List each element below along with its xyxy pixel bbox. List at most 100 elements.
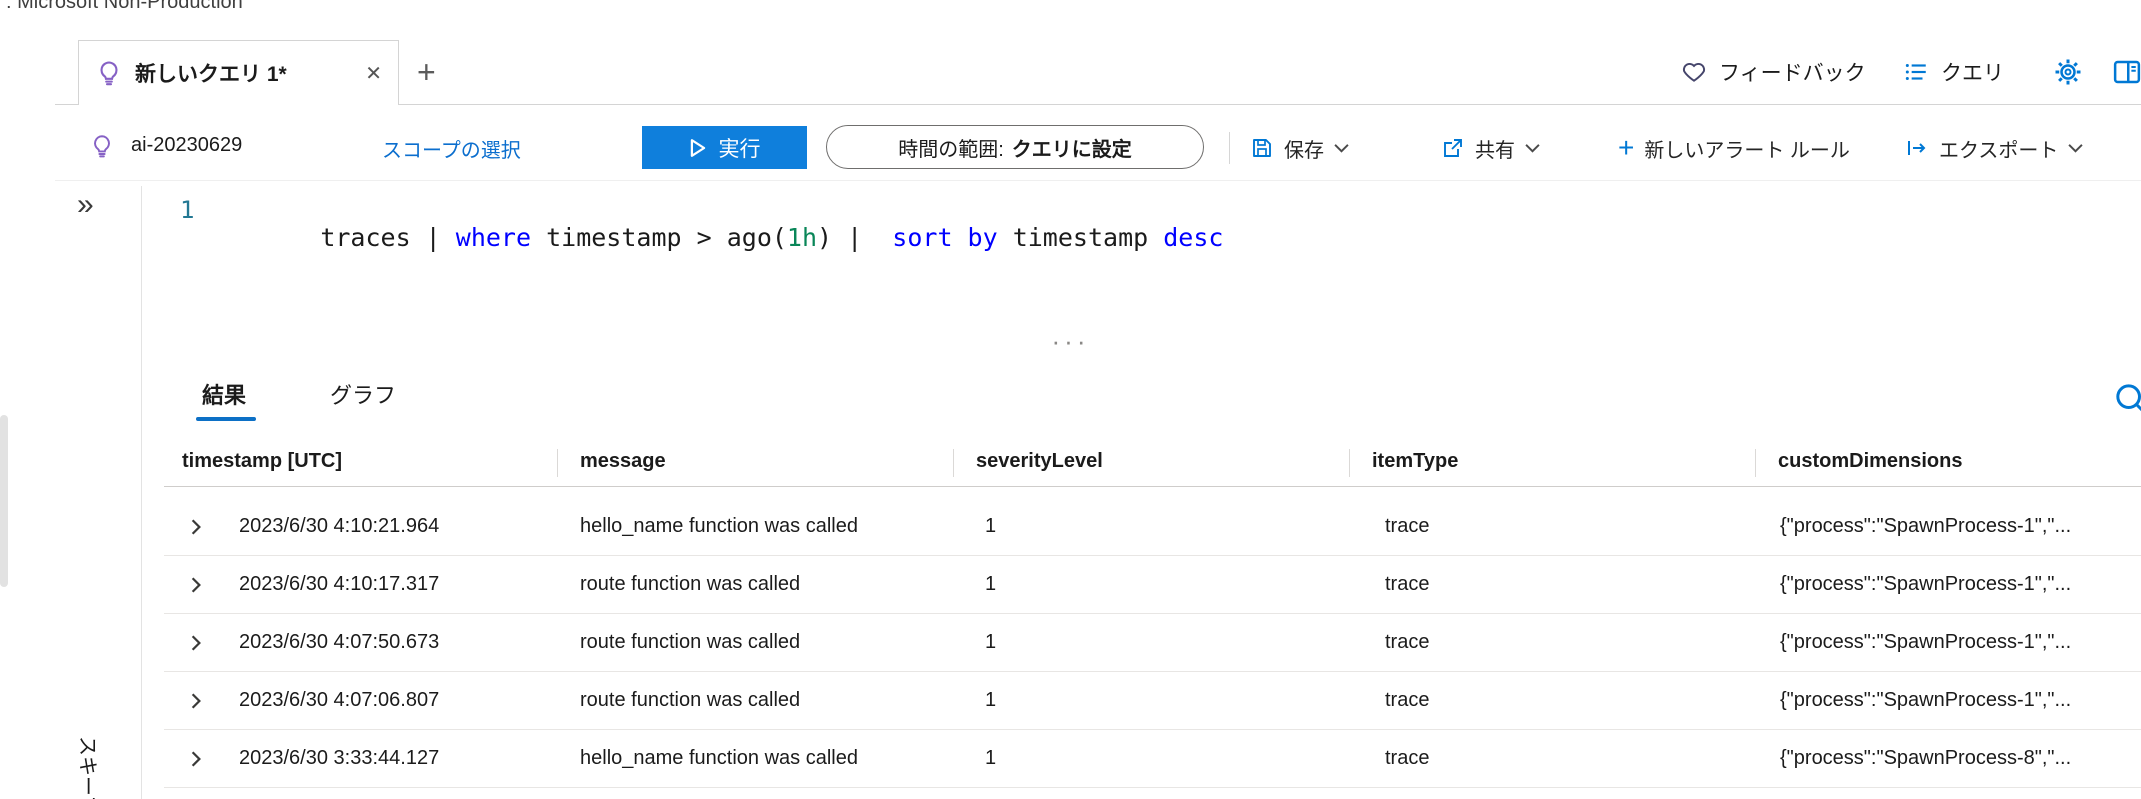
- new-tab-button[interactable]: +: [417, 40, 436, 104]
- expand-row-icon[interactable]: [189, 692, 203, 710]
- query-editor[interactable]: 1 traces | where timestamp > ago(1h) | s…: [142, 186, 2141, 338]
- time-range-label: 時間の範囲:: [898, 138, 1004, 161]
- cell-customdimensions: {"process":"SpawnProcess-1","...: [1780, 573, 2072, 595]
- column-header-message[interactable]: message: [580, 450, 666, 473]
- column-separator[interactable]: [1349, 449, 1350, 477]
- tab-chart[interactable]: グラフ: [330, 378, 396, 410]
- tab-results[interactable]: 結果: [202, 378, 246, 410]
- time-range-button[interactable]: 時間の範囲: クエリに設定: [826, 125, 1204, 169]
- table-header: timestamp [UTC] message severityLevel it…: [164, 440, 2141, 487]
- toolbar-divider: [1229, 132, 1230, 164]
- play-icon: [689, 138, 707, 158]
- cell-message: route function was called: [580, 631, 801, 653]
- cell-severitylevel: 1: [985, 573, 997, 595]
- export-button[interactable]: エクスポート: [1905, 116, 2084, 180]
- expand-row-icon[interactable]: [189, 518, 203, 536]
- queries-button[interactable]: クエリ: [1903, 40, 2004, 104]
- schema-pane-label[interactable]: スキーマ: [75, 736, 104, 799]
- cell-itemtype: trace: [1385, 747, 1430, 769]
- book-icon: [2111, 57, 2141, 87]
- save-label: 保存: [1284, 139, 1324, 162]
- cell-customdimensions: {"process":"SpawnProcess-1","...: [1780, 515, 2072, 537]
- feedback-button[interactable]: フィードバック: [1681, 40, 1866, 104]
- query-token: traces |: [320, 223, 456, 252]
- table-row[interactable]: 2023/6/30 4:10:21.964 hello_name functio…: [164, 498, 2141, 556]
- cell-itemtype: trace: [1385, 515, 1430, 537]
- run-button[interactable]: 実行: [642, 126, 807, 169]
- query-token-keyword: where: [455, 223, 532, 252]
- query-tab[interactable]: 新しいクエリ 1* ✕: [78, 40, 399, 105]
- new-alert-rule-label: 新しいアラート ルール: [1644, 139, 1850, 162]
- left-scrollbar[interactable]: [0, 415, 8, 587]
- lightbulb-icon: [95, 59, 123, 87]
- cell-severitylevel: 1: [985, 747, 997, 769]
- expand-row-icon[interactable]: [189, 576, 203, 594]
- table-row[interactable]: 2023/6/30 3:33:44.127 hello_name functio…: [164, 730, 2141, 788]
- cell-severitylevel: 1: [985, 631, 997, 653]
- schema-pane-collapsed: » スキーマ: [55, 186, 142, 799]
- cell-timestamp: 2023/6/30 3:33:44.127: [239, 747, 440, 769]
- expand-pane-icon[interactable]: »: [77, 188, 94, 222]
- directory-label: : Microsoft Non-Production: [6, 0, 243, 13]
- new-alert-rule-button[interactable]: + 新しいアラート ルール: [1618, 116, 1850, 180]
- cell-itemtype: trace: [1385, 631, 1430, 653]
- column-separator[interactable]: [557, 449, 558, 477]
- query-token: timestamp > ago(: [531, 223, 787, 252]
- share-label: 共有: [1475, 139, 1515, 162]
- cell-itemtype: trace: [1385, 573, 1430, 595]
- active-tab-underline: [196, 417, 256, 421]
- chevron-down-icon: [2068, 143, 2084, 153]
- reference-pane-button[interactable]: [2111, 40, 2141, 104]
- query-token: ) |: [817, 223, 893, 252]
- cell-timestamp: 2023/6/30 4:10:21.964: [239, 515, 440, 537]
- share-icon: [1441, 136, 1465, 160]
- query-toolbar: ai-20230629 スコープの選択 実行 時間の範囲: クエリに設定 保存 …: [55, 116, 2141, 181]
- table-row[interactable]: 2023/6/30 4:07:50.673 route function was…: [164, 614, 2141, 672]
- line-number: 1: [180, 196, 195, 224]
- column-header-itemtype[interactable]: itemType: [1372, 450, 1458, 473]
- column-header-severitylevel[interactable]: severityLevel: [976, 450, 1103, 473]
- cell-timestamp: 2023/6/30 4:10:17.317: [239, 573, 440, 595]
- cell-message: route function was called: [580, 573, 801, 595]
- run-label: 実行: [718, 137, 761, 161]
- pane-resize-handle[interactable]: ···: [0, 326, 2141, 357]
- close-tab-icon[interactable]: ✕: [365, 61, 382, 86]
- select-scope-link[interactable]: スコープの選択: [382, 134, 521, 163]
- time-range-value: クエリに設定: [1011, 138, 1132, 161]
- query-token-literal: 1h: [786, 223, 818, 252]
- column-header-timestamp[interactable]: timestamp [UTC]: [182, 450, 342, 473]
- export-icon: [1905, 136, 1929, 160]
- queries-label: クエリ: [1941, 62, 2004, 85]
- chevron-down-icon: [1334, 143, 1349, 153]
- plus-icon: +: [1618, 132, 1635, 163]
- column-separator[interactable]: [953, 449, 954, 477]
- search-icon[interactable]: [2112, 380, 2141, 420]
- column-separator[interactable]: [1755, 449, 1756, 477]
- cell-customdimensions: {"process":"SpawnProcess-1","...: [1780, 689, 2072, 711]
- cell-itemtype: trace: [1385, 689, 1430, 711]
- table-row[interactable]: 2023/6/30 4:07:06.807 route function was…: [164, 672, 2141, 730]
- query-list-icon: [1903, 59, 1929, 85]
- query-tab-label: 新しいクエリ 1*: [135, 63, 287, 86]
- gear-icon: [2053, 57, 2083, 87]
- cell-message: hello_name function was called: [580, 515, 858, 537]
- cell-customdimensions: {"process":"SpawnProcess-1","...: [1780, 631, 2072, 653]
- expand-row-icon[interactable]: [189, 634, 203, 652]
- settings-button[interactable]: [2053, 40, 2083, 104]
- query-token-keyword: desc: [1163, 223, 1224, 252]
- heart-icon: [1681, 59, 1707, 85]
- query-token: timestamp: [997, 223, 1164, 252]
- query-tab-bar: 新しいクエリ 1* ✕ + フィードバック クエリ: [55, 40, 2141, 105]
- chevron-down-icon: [1525, 143, 1540, 153]
- expand-row-icon[interactable]: [189, 750, 203, 768]
- save-button[interactable]: 保存: [1250, 116, 1349, 180]
- save-icon: [1250, 136, 1274, 160]
- cell-severitylevel: 1: [985, 689, 997, 711]
- column-header-customdimensions[interactable]: customDimensions: [1778, 450, 1962, 473]
- resource-name: ai-20230629: [131, 134, 243, 156]
- query-token-keyword: sort by: [892, 223, 998, 252]
- query-text[interactable]: traces | where timestamp > ago(1h) | sor…: [230, 194, 1223, 281]
- table-row[interactable]: 2023/6/30 4:10:17.317 route function was…: [164, 556, 2141, 614]
- cell-severitylevel: 1: [985, 515, 997, 537]
- share-button[interactable]: 共有: [1441, 116, 1540, 180]
